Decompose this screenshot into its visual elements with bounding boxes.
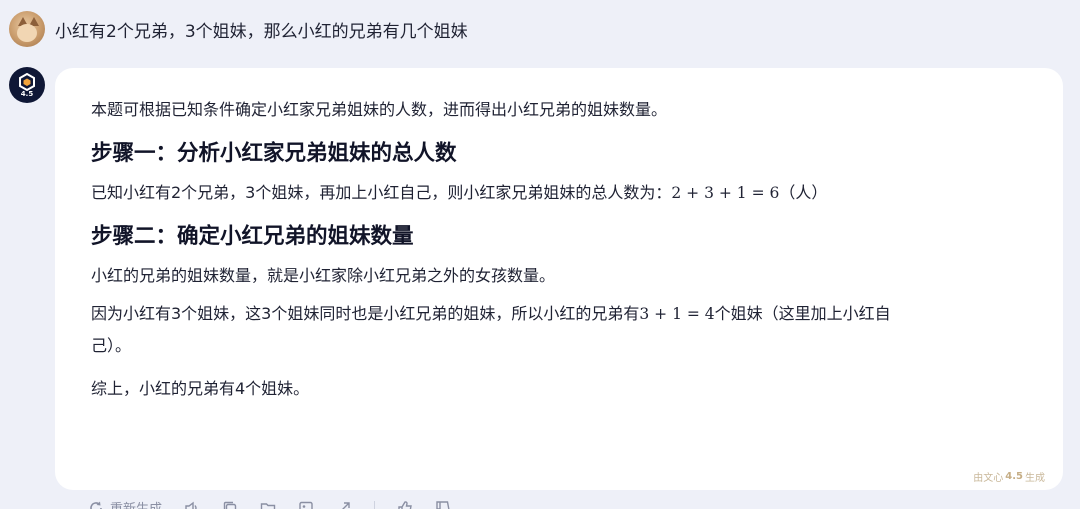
response-card: 本题可根据已知条件确定小红家兄弟姐妹的人数，进而得出小红兄弟的姐妹数量。 步骤一…: [55, 68, 1063, 490]
ernie-logo-icon: [19, 72, 35, 91]
thumbs-up-icon: [398, 500, 412, 509]
step1-text-after: （人）: [779, 183, 828, 202]
toolbar-divider: [374, 500, 376, 509]
user-message-row: 小红有2个兄弟，3个姐妹，那么小红的兄弟有几个姐妹: [9, 11, 468, 47]
response-toolbar: 重新生成: [88, 498, 473, 509]
step1-heading: 步骤一：分析小红家兄弟姐妹的总人数: [91, 141, 457, 166]
copy-icon: [223, 501, 237, 509]
refresh-icon: [90, 501, 102, 509]
bot-avatar: 4.5: [9, 67, 45, 103]
step1-formula: 2 + 3 + 1 = 6: [671, 184, 780, 202]
folder-icon: [260, 502, 276, 509]
step2-para2-before: 因为小红有3个姐妹，这3个姐妹同时也是小红兄弟的姐妹，所以小红的兄弟有: [91, 304, 640, 323]
save-button[interactable]: [260, 500, 276, 509]
share-button[interactable]: [336, 500, 352, 509]
thumbs-down-icon: [436, 500, 450, 509]
step1-text: 已知小红有2个兄弟，3个姐妹，再加上小红自己，则小红家兄弟姐妹的总人数为：2 +…: [91, 181, 1029, 205]
watermark-suffix: 生成: [1025, 473, 1045, 484]
user-avatar: [9, 11, 45, 47]
watermark-prefix: 由文心: [973, 473, 1004, 484]
user-question: 小红有2个兄弟，3个姐妹，那么小红的兄弟有几个姐妹: [55, 21, 468, 42]
speaker-icon: [185, 501, 197, 509]
regenerate-label: 重新生成: [110, 498, 162, 509]
share-icon: [341, 501, 350, 509]
step2-para2-end: 己）。: [91, 336, 132, 355]
read-aloud-button[interactable]: [184, 500, 200, 509]
image-button[interactable]: [298, 500, 314, 509]
step2-para1: 小红的兄弟的姐妹数量，就是小红家除小红兄弟之外的女孩数量。: [91, 266, 556, 285]
copy-button[interactable]: [222, 500, 238, 509]
generated-by-watermark: 由文心 4.5 生成: [973, 469, 1045, 484]
step2-para2-after: 个姐妹（这里加上小红自: [714, 304, 891, 323]
regenerate-button[interactable]: 重新生成: [88, 498, 162, 509]
watermark-version: 4.5: [1005, 471, 1023, 482]
step2-para2: 因为小红有3个姐妹，这3个姐妹同时也是小红兄弟的姐妹，所以小红的兄弟有3 + 1…: [91, 298, 1029, 362]
like-button[interactable]: [397, 500, 413, 509]
conclusion: 综上，小红的兄弟有4个姐妹。: [91, 379, 310, 398]
image-icon: [299, 501, 313, 509]
dislike-button[interactable]: [435, 500, 451, 509]
bot-version-badge: 4.5: [20, 89, 34, 98]
step2-formula: 3 + 1 = 4: [639, 305, 715, 323]
step1-text-before: 已知小红有2个兄弟，3个姐妹，再加上小红自己，则小红家兄弟姐妹的总人数为：: [91, 183, 672, 202]
response-intro: 本题可根据已知条件确定小红家兄弟姐妹的人数，进而得出小红兄弟的姐妹数量。: [91, 100, 668, 119]
step2-heading: 步骤二：确定小红兄弟的姐妹数量: [91, 224, 414, 249]
